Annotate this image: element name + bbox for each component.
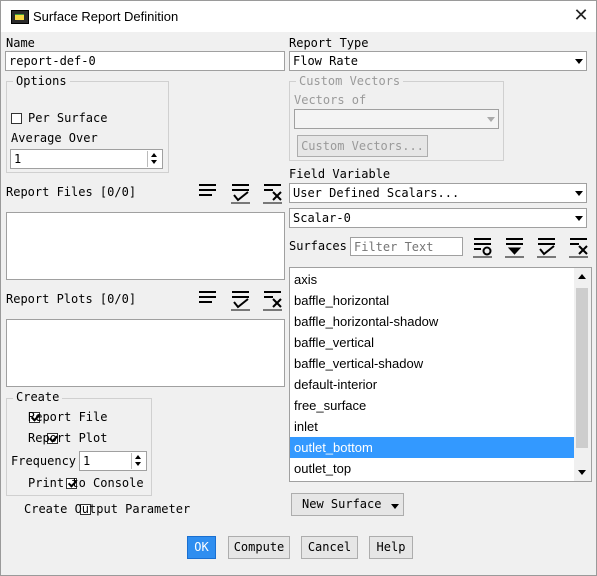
report-plots-label: Report Plots [0/0] bbox=[6, 292, 137, 306]
surface-list-item[interactable]: baffle_horizontal-shadow bbox=[290, 311, 576, 332]
dialog-window: Surface Report Definition ✕ Name report-… bbox=[0, 0, 597, 576]
report-type-value: Flow Rate bbox=[293, 54, 359, 68]
options-legend: Options bbox=[13, 74, 70, 88]
deselect-all-icon[interactable] bbox=[261, 288, 284, 311]
spin-up-icon[interactable] bbox=[131, 453, 145, 461]
deselect-all-icon[interactable] bbox=[261, 181, 284, 204]
list-all-icon[interactable] bbox=[196, 181, 219, 204]
scalar-dropdown[interactable]: Scalar-0 bbox=[289, 208, 587, 228]
select-all-icon[interactable] bbox=[229, 181, 252, 204]
select-all-icon[interactable] bbox=[229, 288, 252, 311]
chevron-down-icon bbox=[575, 59, 583, 64]
surfaces-scrollbar[interactable] bbox=[574, 268, 591, 481]
average-over-value: 1 bbox=[14, 152, 22, 166]
surface-list-item[interactable]: baffle_vertical bbox=[290, 332, 576, 353]
list-filter-icon[interactable] bbox=[503, 235, 526, 258]
surface-list-item[interactable]: inlet bbox=[290, 416, 576, 437]
per-surface-label: Per Surface bbox=[28, 111, 108, 125]
field-variable-value: User Defined Scalars... bbox=[293, 186, 460, 200]
surfaces-list[interactable]: axis baffle_horizontal baffle_horizontal-s… bbox=[289, 267, 592, 482]
scalar-value: Scalar-0 bbox=[293, 211, 351, 225]
cancel-button[interactable]: Cancel bbox=[301, 536, 358, 559]
report-type-label: Report Type bbox=[289, 36, 369, 50]
field-variable-label: Field Variable bbox=[289, 167, 391, 181]
field-variable-dropdown[interactable]: User Defined Scalars... bbox=[289, 183, 587, 203]
print-to-console-label: Print to Console bbox=[28, 476, 144, 490]
vectors-of-dropdown[interactable] bbox=[294, 109, 499, 129]
create-legend: Create bbox=[13, 390, 63, 404]
report-files-label: Report Files [0/0] bbox=[6, 185, 137, 199]
scroll-up-icon[interactable] bbox=[578, 274, 586, 279]
spin-up-icon[interactable] bbox=[147, 151, 161, 159]
report-plot-label: Report Plot bbox=[28, 431, 108, 445]
report-plots-list[interactable] bbox=[6, 319, 285, 387]
report-file-label: Report File bbox=[28, 410, 108, 424]
average-over-spinner[interactable]: 1 bbox=[10, 149, 163, 169]
deselect-all-icon[interactable] bbox=[567, 235, 590, 258]
report-type-dropdown[interactable]: Flow Rate bbox=[289, 51, 587, 71]
surface-list-item[interactable]: outlet_top bbox=[290, 458, 576, 479]
new-surface-list-icon[interactable] bbox=[471, 235, 494, 258]
spin-down-icon[interactable] bbox=[131, 461, 145, 469]
close-icon[interactable]: ✕ bbox=[569, 4, 593, 28]
average-over-label: Average Over bbox=[11, 131, 98, 145]
chevron-down-icon bbox=[391, 504, 399, 509]
scroll-down-icon[interactable] bbox=[578, 470, 586, 475]
chevron-down-icon bbox=[487, 117, 495, 122]
chevron-down-icon bbox=[575, 216, 583, 221]
scroll-thumb[interactable] bbox=[576, 288, 588, 448]
custom-vectors-button[interactable]: Custom Vectors... bbox=[297, 135, 428, 157]
custom-vectors-legend: Custom Vectors bbox=[296, 74, 404, 88]
list-all-icon[interactable] bbox=[196, 288, 219, 311]
vectors-of-label: Vectors of bbox=[294, 93, 367, 107]
title-bar: Surface Report Definition ✕ bbox=[1, 1, 596, 32]
app-icon bbox=[11, 10, 29, 24]
frequency-spinner[interactable]: 1 bbox=[79, 451, 147, 471]
chevron-down-icon bbox=[575, 191, 583, 196]
help-button[interactable]: Help bbox=[369, 536, 413, 559]
compute-button[interactable]: Compute bbox=[228, 536, 290, 559]
surface-list-item[interactable]: baffle_horizontal bbox=[290, 290, 576, 311]
surface-list-item[interactable]: outlet_bottom bbox=[290, 437, 576, 458]
frequency-label: Frequency bbox=[11, 454, 77, 468]
surface-list-item[interactable]: default-interior bbox=[290, 374, 576, 395]
spin-down-icon[interactable] bbox=[147, 159, 161, 167]
name-label: Name bbox=[6, 36, 35, 50]
new-surface-label: New Surface bbox=[302, 497, 382, 511]
surface-list-item[interactable]: axis bbox=[290, 269, 576, 290]
report-files-list[interactable] bbox=[6, 212, 285, 280]
select-all-icon[interactable] bbox=[535, 235, 558, 258]
frequency-value: 1 bbox=[83, 454, 91, 468]
create-output-parameter-label: Create Output Parameter bbox=[24, 502, 191, 516]
ok-button[interactable]: OK bbox=[187, 536, 216, 559]
surface-list-item[interactable]: baffle_vertical-shadow bbox=[290, 353, 576, 374]
per-surface-checkbox[interactable] bbox=[11, 113, 22, 124]
new-surface-button[interactable]: New Surface bbox=[291, 493, 404, 516]
surface-list-item[interactable]: free_surface bbox=[290, 395, 576, 416]
surfaces-label: Surfaces bbox=[289, 239, 347, 253]
name-input[interactable]: report-def-0 bbox=[5, 51, 285, 71]
window-title: Surface Report Definition bbox=[33, 9, 179, 24]
surfaces-filter-input[interactable] bbox=[350, 237, 463, 256]
